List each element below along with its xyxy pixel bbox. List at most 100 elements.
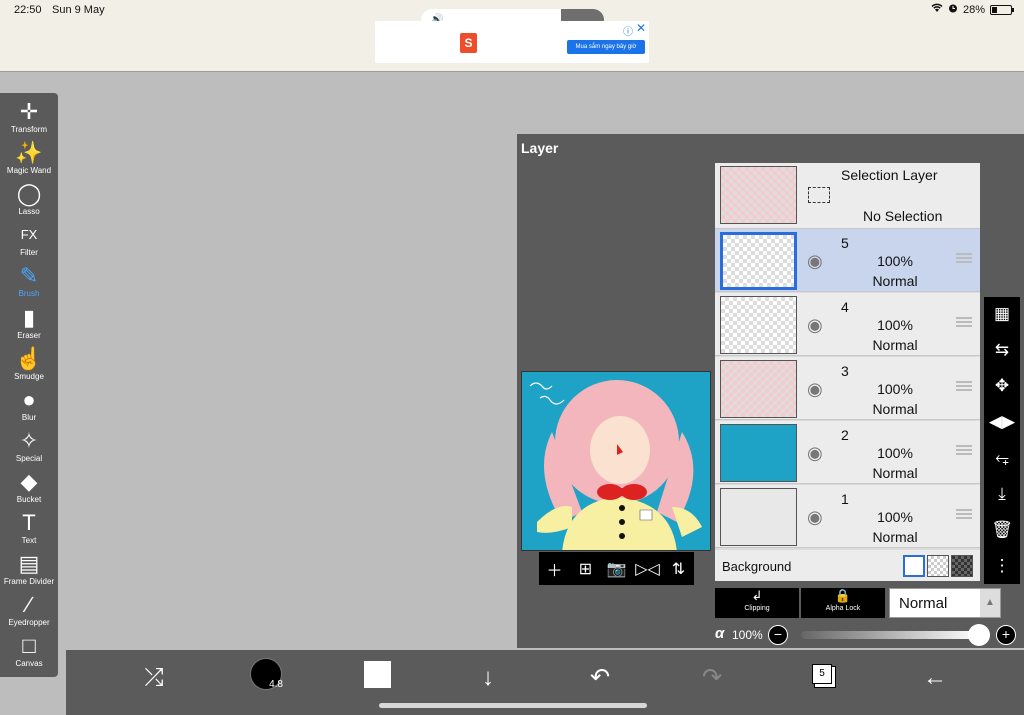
layer-row[interactable]: ◉ 4 100% Normal (715, 293, 980, 356)
tool-lasso[interactable]: ◯ Lasso (0, 179, 58, 220)
color-swatch-button[interactable] (364, 661, 391, 688)
layer-blend-mode: Normal (872, 273, 918, 289)
background-dark-swatch[interactable] (951, 555, 973, 577)
lasso-icon: ◯ (16, 181, 42, 207)
tool-label: Frame Divider (3, 577, 55, 587)
layer-number: 3 (841, 363, 849, 379)
dropdown-arrow-icon: ▲ (980, 589, 1000, 617)
opacity-slider[interactable] (801, 631, 979, 639)
tool-transform[interactable]: ✛ Transform (0, 97, 58, 138)
flip-horizontal-icon[interactable]: ▷◁ (635, 559, 661, 579)
canvas-preview (521, 371, 711, 551)
tool-blur[interactable]: ● Blur (0, 385, 58, 426)
tool-eraser[interactable]: ▮ Eraser (0, 303, 58, 344)
brush-size-button[interactable]: 4.8 (250, 658, 283, 690)
more-icon[interactable]: ⋮ (984, 549, 1020, 583)
checker-icon[interactable]: ▦ (984, 297, 1020, 331)
tool-sidebar: ✛ Transform ✨ Magic Wand ◯ Lasso FX Filter ✎ Brus… (0, 93, 58, 677)
drag-handle-icon[interactable] (956, 381, 972, 391)
tool-canvas[interactable]: □ Canvas (0, 631, 58, 672)
layer-panel: Layer ＋ ⊞ 📷 ▷◁ ⇅ Selection Layer No Sele… (517, 134, 1024, 648)
fx-icon: FX (20, 227, 38, 243)
eye-icon[interactable]: ◉ (807, 507, 823, 528)
move-icon[interactable]: ✥ (984, 369, 1020, 403)
back-arrow-icon[interactable]: ← (917, 660, 953, 696)
tool-label: Text (21, 536, 37, 545)
lock-icon: 🔒 (834, 588, 852, 603)
background-white-swatch[interactable] (903, 555, 925, 577)
alpha-lock-button[interactable]: 🔒 Alpha Lock (801, 588, 885, 618)
layer-number: 5 (841, 235, 849, 251)
layer-row[interactable]: ◉ 1 100% Normal (715, 485, 980, 548)
magic-wand-icon: ✨ (15, 140, 43, 166)
layer-row[interactable]: ◉ 5 100% Normal (715, 229, 980, 292)
add-layer-icon[interactable]: ＋ (542, 557, 568, 581)
tool-brush[interactable]: ✎ Brush (0, 261, 58, 302)
ad-cta-button[interactable]: Mua sắm ngay bây giờ (567, 40, 645, 54)
background-label: Background (722, 559, 792, 574)
eyedropper-icon: ∕ (27, 592, 31, 618)
flip-vertical-icon[interactable]: ⥆ (984, 441, 1020, 475)
wifi-icon (931, 3, 943, 16)
layer-row[interactable]: ◉ 2 100% Normal (715, 421, 980, 484)
layer-thumbnail (720, 232, 797, 290)
drag-handle-icon[interactable] (956, 253, 972, 263)
tool-filter[interactable]: FX Filter (0, 220, 58, 261)
transfer-icon[interactable]: ⇆ (984, 333, 1020, 367)
flip-vertical-icon[interactable]: ⇅ (666, 559, 692, 579)
ad-banner[interactable]: S Mua sắm ngay bây giờ ⓘ ✕ (375, 21, 649, 63)
ad-info-icon[interactable]: ⓘ (623, 23, 633, 38)
drag-handle-icon[interactable] (956, 445, 972, 455)
tool-bucket[interactable]: ◆ Bucket (0, 467, 58, 508)
merge-down-icon[interactable]: ⤓ (984, 477, 1020, 511)
undo-icon[interactable]: ↶ (582, 660, 618, 696)
blend-mode-value: Normal (899, 595, 948, 612)
add-layer-copy-icon[interactable]: ⊞ (573, 559, 599, 579)
arrow-down-icon[interactable]: ↓ (470, 660, 506, 696)
trash-icon[interactable]: 🗑 (984, 513, 1020, 547)
alpha-symbol: α (715, 625, 725, 642)
opacity-slider-handle[interactable] (968, 624, 990, 646)
status-time: 22:50 (14, 4, 42, 16)
layer-panel-title: Layer (521, 140, 559, 156)
flip-horizontal-icon[interactable]: ◀▶ (984, 405, 1020, 439)
opacity-value: 100% (732, 628, 763, 642)
opacity-decrease-button[interactable]: − (768, 625, 788, 645)
layer-opacity: 100% (877, 381, 913, 397)
tool-eyedropper[interactable]: ∕ Eyedropper (0, 590, 58, 631)
tool-label: Eyedropper (8, 618, 50, 628)
selection-status: No Selection (863, 208, 943, 224)
home-indicator[interactable] (379, 703, 647, 708)
tool-smudge[interactable]: ☝ Smudge (0, 344, 58, 385)
eye-icon[interactable]: ◉ (807, 443, 823, 464)
tool-frame-divider[interactable]: ▤ Frame Divider (0, 549, 58, 590)
drag-handle-icon[interactable] (956, 509, 972, 519)
swap-tool-icon[interactable]: ⤮ (136, 660, 172, 696)
layers-button[interactable]: 5 (812, 664, 832, 684)
tool-text[interactable]: T Text (0, 508, 58, 549)
layer-row[interactable]: ◉ 3 100% Normal (715, 357, 980, 420)
layer-thumbnail (720, 360, 797, 418)
eye-icon[interactable]: ◉ (807, 315, 823, 336)
ad-close-icon[interactable]: ✕ (636, 21, 646, 35)
eye-icon[interactable]: ◉ (807, 251, 823, 272)
opacity-control: α 100% − + (715, 624, 1024, 646)
layer-blend-mode: Normal (872, 465, 918, 481)
selection-layer-row[interactable]: Selection Layer No Selection (715, 163, 980, 229)
clipping-icon: ↲ (751, 588, 763, 603)
camera-icon[interactable]: 📷 (604, 559, 630, 579)
tool-special[interactable]: ✧ Special (0, 426, 58, 467)
layer-list: Selection Layer No Selection ◉ 5 100% Norma… (715, 163, 980, 581)
layer-blend-mode: Normal (872, 337, 918, 353)
clipping-button[interactable]: ↲ Clipping (715, 588, 799, 618)
status-date: Sun 9 May (52, 4, 105, 16)
selection-layer-thumbnail (720, 166, 797, 224)
redo-icon[interactable]: ↷ (694, 660, 730, 696)
blend-mode-select[interactable]: Normal ▲ (889, 588, 1001, 618)
background-transparent-swatch[interactable] (927, 555, 949, 577)
opacity-increase-button[interactable]: + (996, 625, 1016, 645)
tool-magic-wand[interactable]: ✨ Magic Wand (0, 138, 58, 179)
drag-handle-icon[interactable] (956, 317, 972, 327)
eraser-icon: ▮ (22, 304, 36, 330)
eye-icon[interactable]: ◉ (807, 379, 823, 400)
